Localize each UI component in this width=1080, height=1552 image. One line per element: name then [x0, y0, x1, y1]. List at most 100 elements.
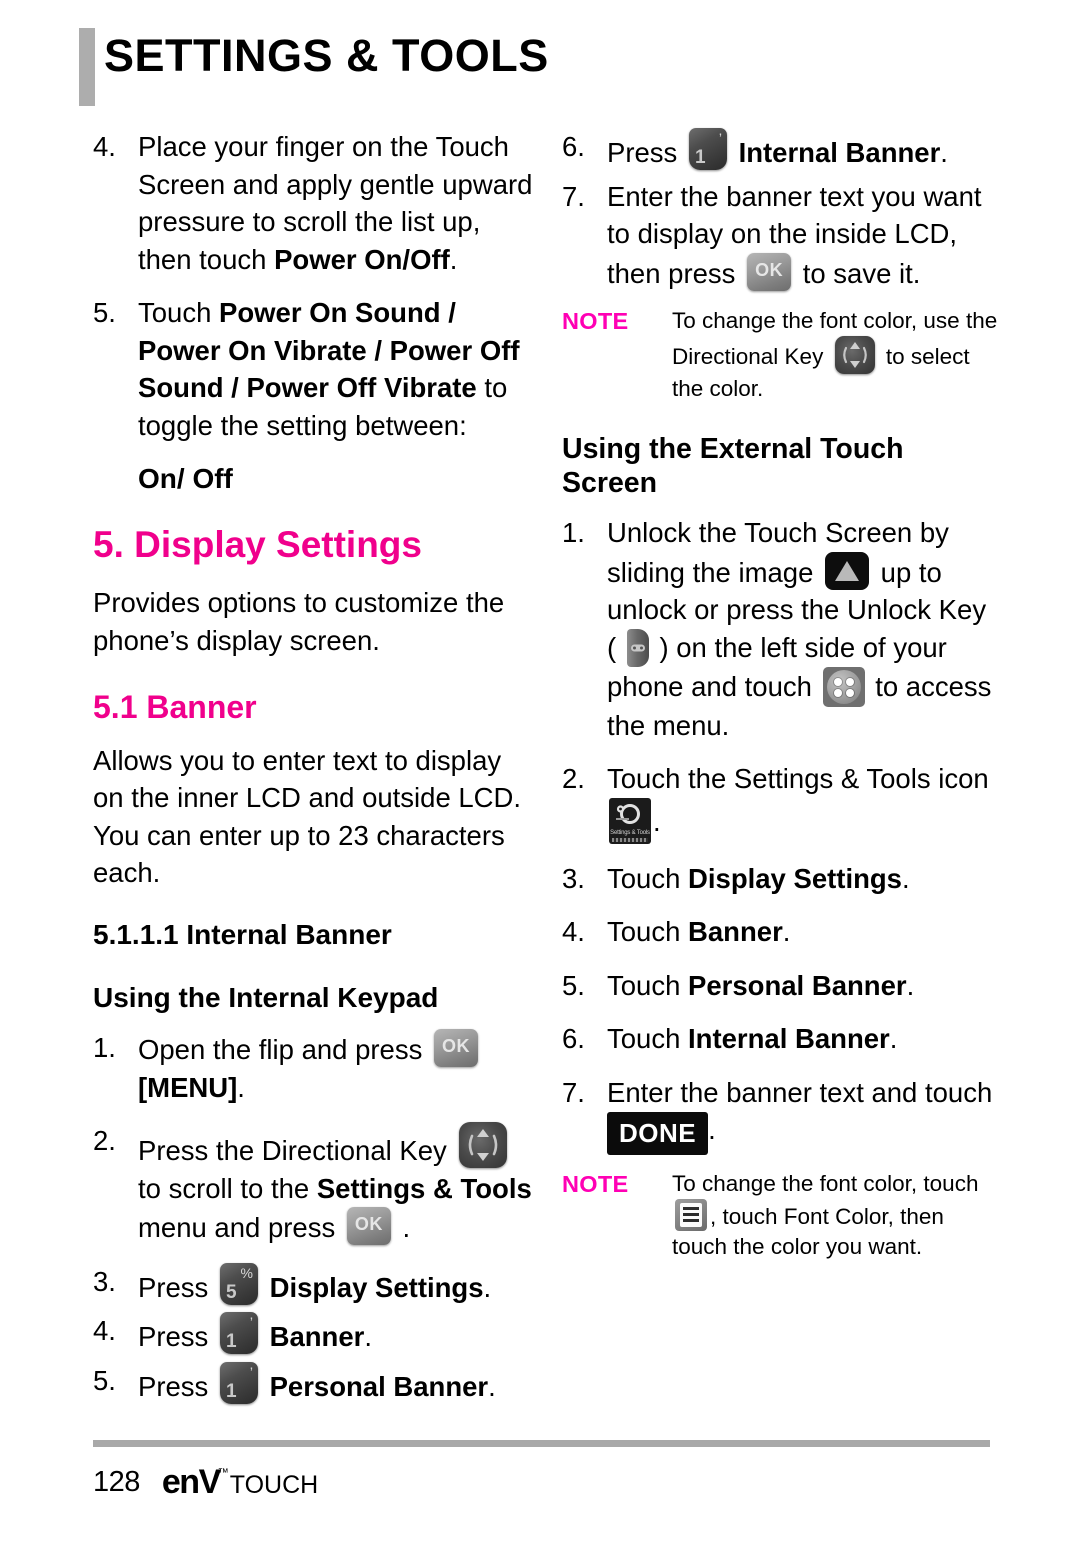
list-item: 5. Touch Personal Banner.: [562, 967, 1002, 1005]
directional-key-icon[interactable]: [459, 1122, 508, 1169]
list-text-tail: .: [653, 805, 661, 837]
key-digit: 1: [225, 1380, 237, 1402]
list-number: 4.: [93, 131, 116, 162]
emphasis-text: Power On/Off: [274, 243, 450, 275]
key-superscript: ’: [249, 1314, 253, 1331]
list-number: 7.: [562, 1076, 585, 1108]
list-text: Touch the Settings & Tools icon: [607, 763, 989, 795]
list-text-tail: .: [889, 1023, 898, 1055]
emphasis-text: [MENU]: [138, 1071, 238, 1103]
list-number: 5.: [562, 969, 585, 1001]
list-text: Press: [138, 1271, 216, 1303]
list-item: 1. Unlock the Touch Screen by sliding the…: [562, 514, 1002, 744]
ok-key-label: OK: [354, 1214, 383, 1235]
emphasis-text: Display Settings: [688, 862, 902, 894]
footer-divider: [93, 1440, 990, 1447]
page-number: 128: [93, 1466, 140, 1498]
directional-key-icon[interactable]: [834, 336, 875, 374]
list-text: Touch: [607, 1023, 689, 1055]
list-text-tail: .: [906, 969, 915, 1001]
emphasis-text: Personal Banner: [269, 1370, 489, 1402]
list-item: 2. Touch the Settings & Tools icon Settin…: [562, 760, 1002, 844]
list-item: 4. Press 1’ Banner.: [93, 1312, 533, 1356]
list-text: Enter the banner text and touch: [607, 1076, 993, 1108]
menu-circle-icon[interactable]: [822, 666, 865, 707]
note-text-tail: , touch Font Color, then touch the color…: [672, 1204, 944, 1260]
list-text-tail: .: [394, 1212, 411, 1244]
page-footer: 128 enV™TOUCH: [93, 1440, 993, 1502]
list-number: 2.: [93, 1125, 116, 1157]
unlock-key-detail: [630, 644, 645, 652]
list-text-tail: .: [483, 1271, 492, 1303]
app-icon-label: Settings & Tools: [610, 829, 650, 836]
subsection-heading-internal-banner: 5.1.1.1 Internal Banner: [93, 918, 392, 950]
list-number: 4.: [562, 916, 585, 948]
list-item: 7. Enter the banner text and touch DONE.: [562, 1074, 1002, 1156]
note-tag: NOTE: [562, 1171, 629, 1198]
list-item: 1. Open the flip and press OK [MENU].: [93, 1029, 533, 1106]
keypad-key-1-icon[interactable]: 1’: [219, 1312, 258, 1355]
product-logo: enV™TOUCH: [162, 1463, 318, 1502]
heading-using-internal-keypad: Using the Internal Keypad: [93, 982, 439, 1014]
menu-dot: [845, 688, 854, 697]
keypad-key-1-icon[interactable]: 1’: [688, 128, 727, 170]
keypad-key-1-icon[interactable]: 1’: [219, 1361, 258, 1404]
key-superscript: %: [240, 1264, 253, 1281]
note-block: NOTE To change the font color, touch , to…: [562, 1169, 1002, 1262]
keypad-key-5-icon[interactable]: 5%: [219, 1262, 258, 1305]
list-text-tail: to save it.: [795, 257, 921, 289]
list-number: 6.: [562, 131, 585, 162]
settings-tools-app-icon[interactable]: Settings & Tools: [609, 797, 651, 844]
unlock-slider-icon[interactable]: [825, 551, 870, 590]
list-item: 6. Touch Internal Banner.: [562, 1020, 1002, 1058]
key-digit: 1: [694, 147, 706, 168]
key-superscript: ’: [249, 1363, 253, 1380]
key-digit: 1: [225, 1331, 237, 1353]
menu-dot: [845, 677, 854, 686]
unlock-key-icon[interactable]: [626, 628, 649, 667]
list-item: 7. Enter the banner text you want to disp…: [562, 178, 1002, 293]
ok-key-icon[interactable]: OK: [346, 1207, 391, 1246]
list-number: 4.: [93, 1315, 116, 1347]
ok-key-icon[interactable]: OK: [747, 252, 792, 291]
emphasis-text: Internal Banner: [688, 1023, 890, 1055]
logo-env-text: enV: [161, 1463, 221, 1501]
page-header: SETTINGS & TOOLS: [0, 0, 1080, 112]
list-text: Press the Directional Key: [138, 1135, 455, 1167]
emphasis-text: Personal Banner: [688, 969, 907, 1001]
list-text: Touch: [607, 916, 689, 948]
list-item: 6. Press 1’ Internal Banner.: [562, 128, 1002, 172]
list-menu-page: [680, 1203, 702, 1228]
banner-description: Allows you to enter text to display on t…: [93, 744, 522, 889]
display-settings-description: Provides options to customize the phone’…: [93, 587, 505, 656]
done-button[interactable]: DONE: [607, 1112, 709, 1156]
header-accent-bar: [79, 28, 95, 106]
menu-circle-body: [826, 669, 861, 704]
list-text-tail: .: [782, 916, 791, 948]
heading-using-external-touch-screen: Using the External Touch Screen: [562, 433, 904, 500]
note-tag: NOTE: [562, 308, 629, 334]
list-menu-icon[interactable]: [675, 1199, 707, 1232]
menu-dot: [833, 688, 842, 697]
list-menu-line: [683, 1213, 699, 1216]
key-superscript: ’: [718, 130, 722, 146]
list-text: Open the flip and press: [138, 1034, 430, 1066]
list-item: 4. Touch Banner.: [562, 913, 1002, 951]
page-title: SETTINGS & TOOLS: [104, 30, 549, 81]
logo-trademark: ™: [217, 1467, 229, 1479]
list-text-tail: .: [901, 862, 910, 894]
right-column: 6. Press 1’ Internal Banner. 7. Enter the …: [562, 128, 1002, 1274]
list-item: 2. Press the Directional Key to scroll to…: [93, 1122, 533, 1247]
section-heading-banner: 5.1 Banner: [93, 689, 257, 726]
section-heading-display-settings: 5. Display Settings: [93, 523, 422, 565]
list-number: 7.: [562, 180, 585, 212]
list-text: Touch: [138, 297, 220, 328]
emphasis-text: Banner: [269, 1321, 365, 1353]
menu-dot: [833, 677, 842, 686]
list-menu-line: [683, 1219, 699, 1222]
on-off-value: On/ Off: [138, 463, 233, 494]
list-number: 5.: [93, 297, 116, 328]
list-item: 3. Touch Display Settings.: [562, 860, 1002, 898]
ok-key-icon[interactable]: OK: [434, 1029, 478, 1068]
list-item: 4. Place your finger on the Touch Screen …: [93, 128, 533, 278]
